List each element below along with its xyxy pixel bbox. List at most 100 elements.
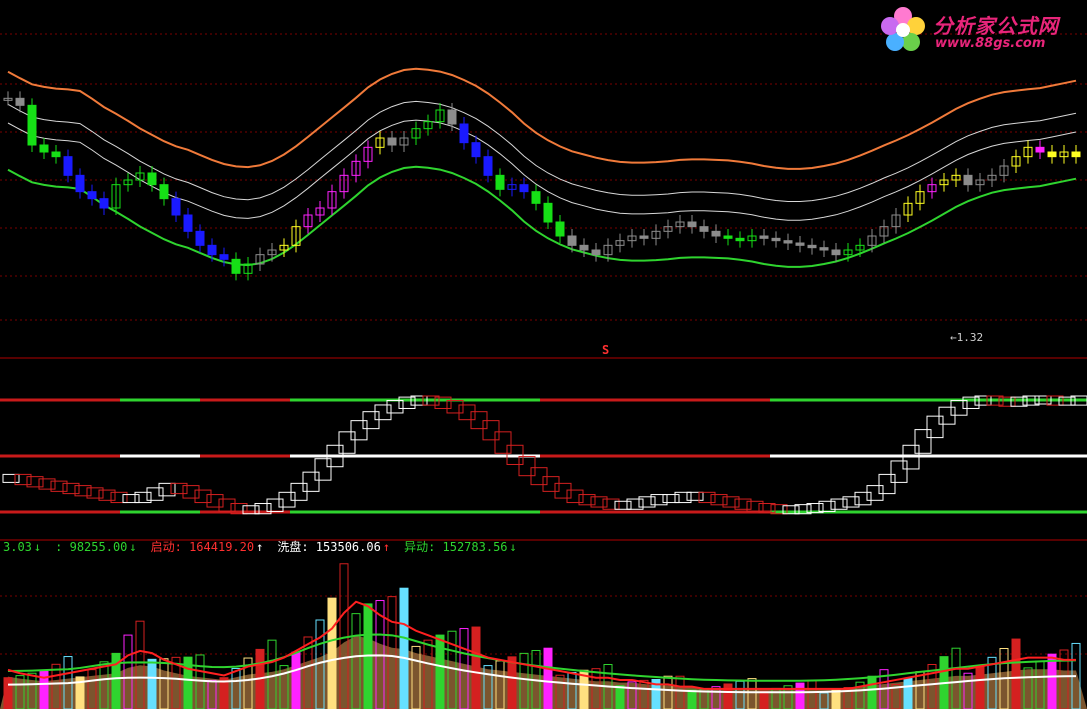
candle-body xyxy=(15,97,25,106)
status-item: 3.03 ↓ xyxy=(3,540,42,554)
candle-body xyxy=(543,202,553,223)
candle-body xyxy=(207,244,217,256)
arrow-up-icon: ↑ xyxy=(256,540,264,554)
mid-band-line xyxy=(7,119,1077,221)
candle-body xyxy=(51,151,61,158)
oscillator-box xyxy=(734,498,752,510)
oscillator-box xyxy=(350,420,368,441)
candle-body xyxy=(27,104,37,146)
candle-body xyxy=(99,198,109,209)
oscillator-box xyxy=(206,494,224,508)
candle-body xyxy=(75,174,85,193)
candle-body xyxy=(183,214,193,232)
oscillator-box xyxy=(278,491,296,508)
status-item: 启动: 164419.20 ↑ xyxy=(150,540,264,554)
oscillator-box xyxy=(314,458,332,481)
oscillator-box xyxy=(266,498,284,513)
oscillator-box xyxy=(662,494,680,504)
low-price-label: ←1.32 xyxy=(950,331,984,344)
candle-body xyxy=(231,258,241,274)
oscillator-box xyxy=(2,473,20,483)
candle-body xyxy=(831,249,841,256)
candle-body xyxy=(471,142,481,158)
candle-body xyxy=(567,235,577,246)
oscillator-box xyxy=(926,415,944,439)
candle-body xyxy=(459,123,469,144)
candle-body xyxy=(771,237,781,242)
volume-bar xyxy=(975,665,985,709)
candle-body xyxy=(1035,146,1045,153)
candle-body xyxy=(819,247,829,251)
volume-bar xyxy=(759,690,769,709)
oscillator-box xyxy=(818,500,836,513)
oscillator-box xyxy=(650,494,668,506)
oscillator-box xyxy=(74,485,92,497)
volume-bar xyxy=(399,587,409,709)
volume-bar xyxy=(471,626,481,709)
oscillator-box xyxy=(146,487,164,501)
watermark: 分析家公式网 www.88gs.com xyxy=(877,4,1077,56)
watermark-url: www.88gs.com xyxy=(935,36,1046,51)
candle-body xyxy=(63,156,73,176)
candle-body xyxy=(87,191,97,200)
status-item: 洗盘: 153506.06 ↑ xyxy=(277,540,391,554)
oscillator-box xyxy=(830,498,848,510)
oscillator-box xyxy=(698,491,716,504)
oscillator-box xyxy=(722,496,740,508)
oscillator-box xyxy=(866,485,884,501)
candle-body xyxy=(219,254,229,260)
oscillator-box xyxy=(710,494,728,506)
candle-body xyxy=(555,221,565,237)
volume-bar xyxy=(543,647,553,709)
oscillator-box xyxy=(554,482,572,499)
volume-status-bar: 3.03 ↓ : 98255.00 ↓ 启动: 164419.20 ↑ 洗盘: 153506… xyxy=(3,538,531,556)
candle-body xyxy=(591,249,601,256)
lower-band-line xyxy=(7,165,1077,268)
oscillator-box xyxy=(338,431,356,454)
candle-body xyxy=(39,144,49,153)
status-item: : 98255.00 ↓ xyxy=(55,540,137,554)
candle-body xyxy=(639,235,649,239)
oscillator-box xyxy=(458,404,476,421)
candle-body xyxy=(759,235,769,239)
candle-body xyxy=(483,156,493,176)
volume-bar xyxy=(327,597,337,709)
price-candles xyxy=(3,91,1081,281)
oscillator-box xyxy=(38,478,56,490)
volume-bar xyxy=(1011,638,1021,709)
price-bands xyxy=(7,67,1077,268)
oscillator-box xyxy=(374,404,392,421)
oscillator-box xyxy=(482,420,500,441)
oscillator-box xyxy=(578,494,596,506)
stock-chart xyxy=(0,33,1087,709)
volume-bar xyxy=(507,656,517,709)
oscillator-box xyxy=(842,496,860,508)
candle-body xyxy=(963,174,973,186)
oscillator-box xyxy=(218,498,236,513)
oscillator-box xyxy=(518,455,536,477)
volume-bar xyxy=(291,651,301,709)
oscillator-box xyxy=(26,476,44,488)
volume-bar xyxy=(867,675,877,709)
candle-body xyxy=(687,221,697,228)
oscillator-box xyxy=(914,429,932,454)
signal-mark: S xyxy=(602,343,610,357)
candle-body xyxy=(159,184,169,200)
watermark-title: 分析家公式网 xyxy=(933,14,1059,38)
oscillator-box xyxy=(854,491,872,506)
volume-bar xyxy=(3,677,13,709)
arrow-up-icon: ↑ xyxy=(382,540,391,554)
volume-bar xyxy=(831,689,841,709)
oscillator-box xyxy=(602,498,620,510)
oscillator-box xyxy=(542,476,560,492)
candle-body xyxy=(171,198,181,216)
oscillator-box xyxy=(686,491,704,501)
volume-bar xyxy=(147,658,157,709)
oscillator-box xyxy=(614,500,632,510)
candle-body xyxy=(783,240,793,244)
oscillator-box xyxy=(86,487,104,499)
oscillator-box xyxy=(50,480,68,492)
candle-body xyxy=(531,191,541,204)
oscillator-box xyxy=(194,489,212,504)
oscillator-box xyxy=(566,489,584,504)
